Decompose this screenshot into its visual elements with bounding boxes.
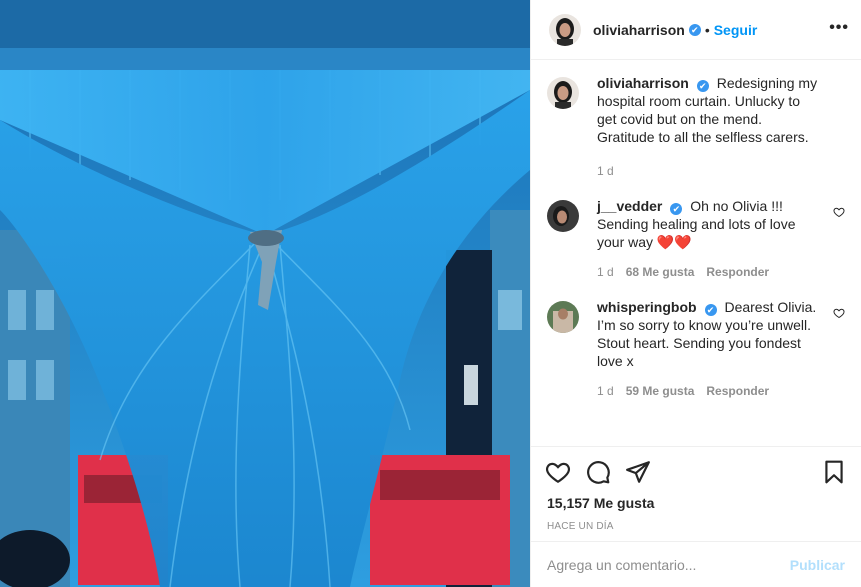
avatar-photo [547, 200, 579, 232]
verified-badge-icon: ✔ [670, 203, 683, 215]
publish-button[interactable]: Publicar [790, 557, 845, 573]
reply-button[interactable]: Responder [706, 382, 769, 400]
avatar-photo [547, 77, 579, 109]
verified-badge-icon: ✔ [688, 23, 701, 36]
comment-item: j__vedder ✔ Oh no Olivia !!! Sending heal… [547, 198, 845, 281]
comment-likes[interactable]: 68 Me gusta [626, 263, 695, 281]
verified-badge-icon: ✔ [704, 304, 717, 316]
caption-username[interactable]: oliviaharrison [597, 75, 689, 91]
curtain-photo-illustration [0, 0, 530, 587]
post-timestamp[interactable]: HACE UN DÍA [545, 521, 847, 532]
comment-input[interactable] [547, 556, 790, 573]
follow-button[interactable]: Seguir [714, 22, 758, 38]
post-actions: 15,157 Me gusta HACE UN DÍA [531, 446, 861, 532]
comments-list[interactable]: oliviaharrison ✔ Redesigning my hospital … [531, 61, 861, 446]
post-header: oliviaharrison ✔ • Seguir ••• [531, 0, 861, 60]
avatar-photo [549, 13, 581, 46]
bookmark-icon[interactable] [821, 459, 847, 485]
caption-avatar[interactable] [547, 77, 579, 109]
comment-time[interactable]: 1 d [597, 382, 614, 400]
comment-time[interactable]: 1 d [597, 263, 614, 281]
comment-username[interactable]: j__vedder [597, 198, 662, 214]
comment-likes[interactable]: 59 Me gusta [626, 382, 695, 400]
paper-plane-icon[interactable] [625, 459, 651, 485]
add-comment-bar: Publicar [531, 541, 861, 587]
comment-like-heart-icon[interactable] [833, 307, 845, 319]
reply-button[interactable]: Responder [706, 263, 769, 281]
more-options-icon[interactable]: ••• [829, 19, 849, 37]
author-avatar[interactable] [549, 13, 581, 46]
speech-bubble-icon[interactable] [585, 459, 611, 485]
red-heart-emoji: ❤️❤️ [656, 234, 692, 250]
comment-like-heart-icon[interactable] [833, 206, 845, 218]
likes-count[interactable]: 15,157 Me gusta [545, 495, 847, 511]
comment-username[interactable]: whisperingbob [597, 299, 697, 315]
post-photo[interactable] [0, 0, 530, 587]
commenter-avatar[interactable] [547, 200, 579, 232]
instagram-post-modal: oliviaharrison ✔ • Seguir ••• oliviaharr… [0, 0, 861, 587]
author-username[interactable]: oliviaharrison [593, 22, 685, 38]
caption: oliviaharrison ✔ Redesigning my hospital … [547, 75, 845, 180]
avatar-photo [547, 301, 579, 333]
heart-outline-icon[interactable] [545, 459, 571, 485]
separator-dot: • [704, 21, 710, 38]
commenter-avatar[interactable] [547, 301, 579, 333]
caption-time[interactable]: 1 d [597, 162, 614, 180]
verified-badge-icon: ✔ [696, 80, 709, 92]
comment-item: whisperingbob ✔ Dearest Olivia. I’m so so… [547, 299, 845, 400]
post-side-panel: oliviaharrison ✔ • Seguir ••• oliviaharr… [530, 0, 861, 587]
